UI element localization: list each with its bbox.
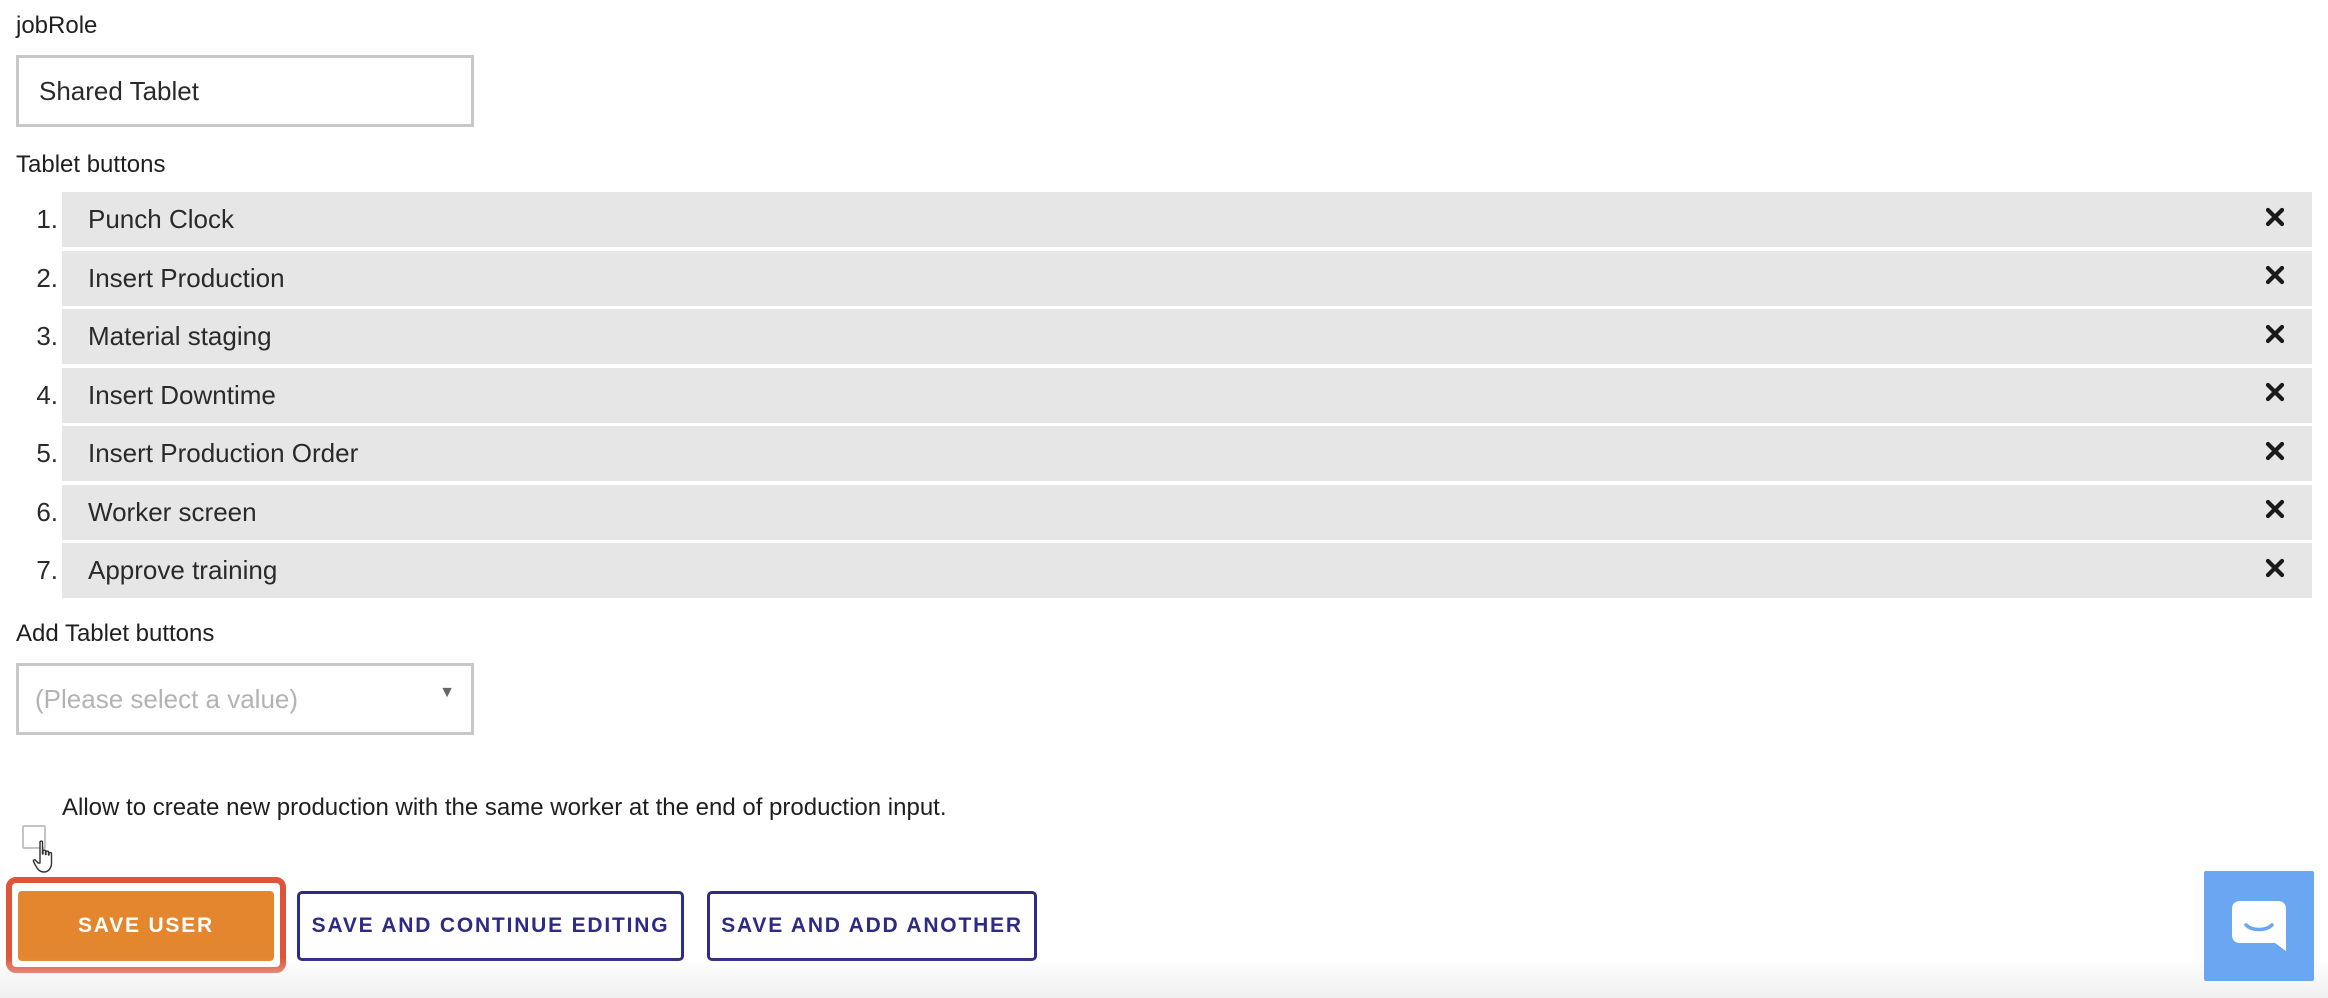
- close-x-icon[interactable]: [2262, 262, 2288, 288]
- row-number: 6.: [36, 496, 58, 527]
- bottom-fade: [0, 958, 2328, 998]
- close-x-icon[interactable]: [2262, 555, 2288, 581]
- tablet-button-row[interactable]: 5. Insert Production Order: [16, 426, 2312, 481]
- tablet-buttons-list: 1. Punch Clock 2. Insert Production 3. Materi…: [16, 192, 2312, 602]
- chat-bubble-icon: [2232, 901, 2286, 951]
- select-placeholder: (Please select a value): [35, 683, 299, 714]
- tablet-button-label: Insert Production Order: [88, 438, 359, 468]
- row-number: 5.: [36, 438, 58, 468]
- same-worker-label: Allow to create new production with the …: [62, 794, 947, 821]
- tablet-button-item[interactable]: Material staging: [62, 309, 2312, 364]
- close-x-icon[interactable]: [2262, 379, 2288, 405]
- job-role-value: Shared Tablet: [39, 75, 199, 106]
- chat-launcher-button[interactable]: [2204, 871, 2314, 981]
- tablet-button-row[interactable]: 6. Worker screen: [16, 484, 2312, 540]
- save-and-add-another-button[interactable]: SAVE AND ADD ANOTHER: [707, 891, 1037, 961]
- row-number: 1.: [36, 204, 58, 234]
- tablet-button-label: Material staging: [88, 321, 272, 351]
- user-form-page: jobRole Shared Tablet Tablet buttons 1. P…: [0, 0, 2328, 998]
- row-number: 2.: [36, 262, 58, 293]
- close-x-icon[interactable]: [2262, 438, 2288, 464]
- tablet-button-item[interactable]: Punch Clock: [62, 192, 2312, 247]
- add-tablet-buttons-label: Add Tablet buttons: [16, 620, 215, 647]
- tablet-button-row[interactable]: 7. Approve training: [16, 543, 2312, 598]
- tablet-button-label: Punch Clock: [88, 204, 234, 234]
- tablet-button-item[interactable]: Insert Production Order: [62, 426, 2312, 481]
- tablet-button-row[interactable]: 2. Insert Production: [16, 250, 2312, 306]
- tablet-button-label: Approve training: [88, 555, 278, 585]
- job-role-input[interactable]: Shared Tablet: [16, 55, 474, 127]
- add-tablet-buttons-select[interactable]: (Please select a value) ▼: [16, 663, 474, 735]
- tablet-buttons-label: Tablet buttons: [16, 151, 166, 178]
- tablet-button-row[interactable]: 3. Material staging: [16, 309, 2312, 364]
- tablet-button-label: Insert Production: [88, 262, 285, 293]
- tablet-button-item[interactable]: Insert Downtime: [62, 367, 2312, 423]
- tablet-button-row[interactable]: 1. Punch Clock: [16, 192, 2312, 247]
- save-user-button[interactable]: SAVE USER: [18, 891, 274, 961]
- row-number: 3.: [36, 321, 58, 351]
- chevron-down-icon: ▼: [439, 684, 455, 701]
- close-x-icon[interactable]: [2262, 204, 2288, 230]
- row-number: 4.: [36, 379, 58, 410]
- tablet-button-item[interactable]: Approve training: [62, 543, 2312, 598]
- tablet-button-label: Insert Downtime: [88, 379, 276, 410]
- save-and-continue-button[interactable]: SAVE AND CONTINUE EDITING: [297, 891, 684, 961]
- tablet-button-item[interactable]: Insert Production: [62, 250, 2312, 306]
- tablet-button-label: Worker screen: [88, 496, 257, 527]
- hand-pointer-icon: [32, 840, 53, 873]
- row-number: 7.: [36, 555, 58, 585]
- close-x-icon[interactable]: [2262, 321, 2288, 347]
- tablet-button-item[interactable]: Worker screen: [62, 484, 2312, 540]
- tablet-button-row[interactable]: 4. Insert Downtime: [16, 367, 2312, 423]
- close-x-icon[interactable]: [2262, 496, 2288, 522]
- job-role-label: jobRole: [16, 12, 98, 39]
